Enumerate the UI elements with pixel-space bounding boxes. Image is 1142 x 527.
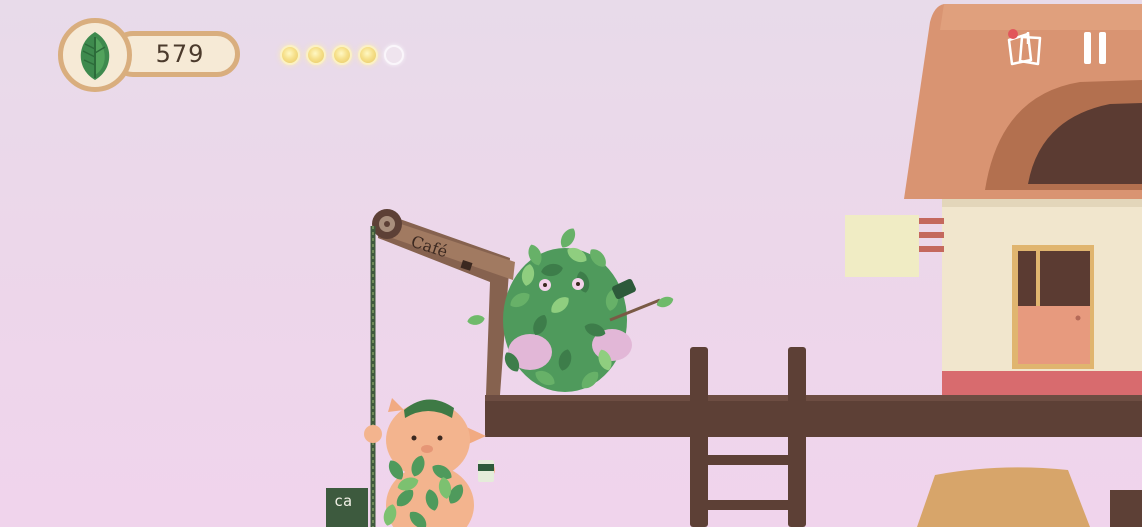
leaf-badge <box>58 18 132 92</box>
pause-button[interactable] <box>1075 28 1117 70</box>
side-sign-text: ca <box>334 492 352 510</box>
side-sign: ca <box>326 488 368 527</box>
progress-dot-filled <box>332 45 352 65</box>
platform <box>485 395 1142 527</box>
leaf-count: 579 <box>155 40 205 68</box>
progress-dot-filled <box>306 45 326 65</box>
leaf-counter: 579 <box>58 18 246 94</box>
progress-dot-filled <box>280 45 300 65</box>
notes-button[interactable] <box>1004 28 1046 70</box>
notes-icon <box>1007 29 1042 66</box>
pig-character <box>364 398 495 527</box>
progress-dot-empty <box>384 45 404 65</box>
level-progress <box>280 45 404 65</box>
leaf-icon <box>80 32 110 80</box>
progress-dot-filled <box>358 45 378 65</box>
